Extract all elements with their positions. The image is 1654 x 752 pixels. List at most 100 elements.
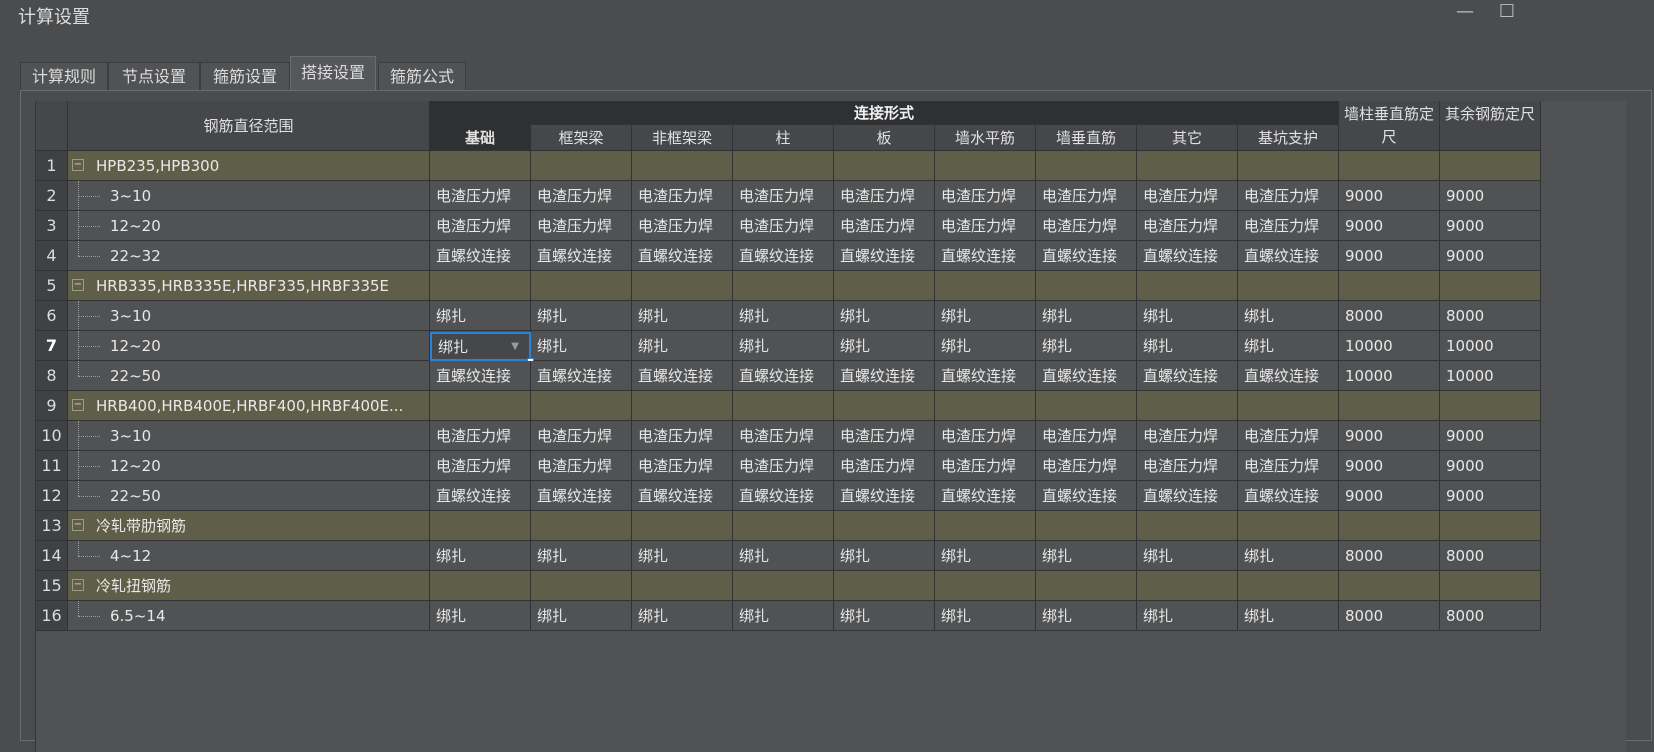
connection-cell[interactable]: 绑扎 — [632, 301, 733, 331]
connection-cell[interactable]: 绑扎 — [834, 541, 935, 571]
connection-cell[interactable]: 绑扎 — [834, 301, 935, 331]
length-cell[interactable]: 8000 — [1440, 301, 1541, 331]
connection-cell[interactable]: 电渣压力焊 — [531, 451, 632, 481]
length-cell[interactable]: 9000 — [1339, 211, 1440, 241]
length-cell[interactable]: 9000 — [1339, 421, 1440, 451]
connection-cell[interactable]: 绑扎 — [1137, 541, 1238, 571]
range-label[interactable]: 6.5~14 — [68, 601, 430, 631]
connection-cell[interactable]: 绑扎 — [1036, 601, 1137, 631]
connection-cell[interactable]: 绑扎 — [1137, 331, 1238, 361]
row-number[interactable]: 15 — [36, 571, 68, 601]
connection-cell[interactable]: 直螺纹连接 — [531, 241, 632, 271]
group-label[interactable]: − 冷轧带肋钢筋 — [68, 511, 430, 541]
connection-cell[interactable]: 直螺纹连接 — [1036, 361, 1137, 391]
row-number[interactable]: 13 — [36, 511, 68, 541]
minus-box-icon[interactable]: − — [72, 579, 84, 591]
connection-cell[interactable]: 电渣压力焊 — [1238, 451, 1339, 481]
row-number[interactable]: 5 — [36, 271, 68, 301]
connection-cell[interactable]: 电渣压力焊 — [935, 421, 1036, 451]
length-cell[interactable]: 9000 — [1440, 181, 1541, 211]
row-number[interactable]: 8 — [36, 361, 68, 391]
length-cell[interactable]: 9000 — [1440, 421, 1541, 451]
connection-cell[interactable]: 绑扎 — [733, 601, 834, 631]
connection-cell[interactable]: 绑扎 — [935, 301, 1036, 331]
connection-cell[interactable]: 电渣压力焊 — [430, 181, 531, 211]
row-number[interactable]: 7 — [36, 331, 68, 361]
connection-cell[interactable]: 电渣压力焊 — [733, 181, 834, 211]
connection-cell[interactable]: 直螺纹连接 — [1036, 241, 1137, 271]
connection-cell[interactable]: 绑扎 — [935, 331, 1036, 361]
length-cell[interactable]: 10000 — [1339, 361, 1440, 391]
length-cell[interactable]: 9000 — [1440, 481, 1541, 511]
connection-cell[interactable]: 电渣压力焊 — [632, 451, 733, 481]
dropdown-arrow-icon[interactable]: ▼ — [511, 334, 519, 360]
range-label[interactable]: 22~50 — [68, 361, 430, 391]
connection-cell[interactable]: 绑扎 — [430, 301, 531, 331]
connection-cell[interactable]: 电渣压力焊 — [531, 181, 632, 211]
connection-cell[interactable]: 绑扎 — [733, 331, 834, 361]
connection-cell[interactable]: 电渣压力焊 — [1036, 451, 1137, 481]
range-label[interactable]: 12~20 — [68, 211, 430, 241]
connection-cell[interactable]: 直螺纹连接 — [430, 481, 531, 511]
length-cell[interactable]: 9000 — [1440, 241, 1541, 271]
tab-2[interactable]: 节点设置 — [108, 62, 200, 90]
connection-cell[interactable]: 直螺纹连接 — [632, 241, 733, 271]
connection-cell[interactable]: 电渣压力焊 — [733, 421, 834, 451]
row-number[interactable]: 14 — [36, 541, 68, 571]
length-cell[interactable]: 9000 — [1339, 451, 1440, 481]
length-cell[interactable]: 9000 — [1339, 481, 1440, 511]
minus-box-icon[interactable]: − — [72, 519, 84, 531]
connection-cell[interactable]: 绑扎 — [834, 601, 935, 631]
tab-3[interactable]: 箍筋设置 — [200, 62, 290, 90]
connection-cell[interactable]: 直螺纹连接 — [733, 481, 834, 511]
connection-cell[interactable]: 直螺纹连接 — [733, 361, 834, 391]
row-number[interactable]: 3 — [36, 211, 68, 241]
connection-cell[interactable]: 直螺纹连接 — [834, 481, 935, 511]
range-label[interactable]: 22~50 — [68, 481, 430, 511]
connection-cell[interactable]: 直螺纹连接 — [834, 241, 935, 271]
connection-cell[interactable]: 直螺纹连接 — [733, 241, 834, 271]
connection-cell[interactable]: 绑扎 — [935, 601, 1036, 631]
connection-cell[interactable]: 绑扎 — [1036, 541, 1137, 571]
connection-cell[interactable]: 电渣压力焊 — [733, 211, 834, 241]
length-cell[interactable]: 9000 — [1440, 451, 1541, 481]
connection-cell[interactable]: 电渣压力焊 — [531, 421, 632, 451]
connection-cell[interactable]: 直螺纹连接 — [1137, 361, 1238, 391]
row-number[interactable]: 10 — [36, 421, 68, 451]
connection-cell[interactable]: 直螺纹连接 — [531, 481, 632, 511]
connection-cell[interactable]: 直螺纹连接 — [1238, 241, 1339, 271]
minimize-icon[interactable]: — — [1448, 0, 1482, 26]
connection-cell[interactable]: 直螺纹连接 — [430, 241, 531, 271]
length-cell[interactable]: 10000 — [1339, 331, 1440, 361]
connection-cell[interactable]: 直螺纹连接 — [1238, 481, 1339, 511]
connection-cell[interactable]: 绑扎 — [935, 541, 1036, 571]
connection-cell[interactable]: 绑扎 — [1137, 601, 1238, 631]
length-cell[interactable]: 9000 — [1339, 181, 1440, 211]
connection-cell[interactable]: 电渣压力焊 — [1036, 211, 1137, 241]
connection-cell[interactable]: 绑扎 — [531, 541, 632, 571]
connection-cell[interactable]: 电渣压力焊 — [733, 451, 834, 481]
range-label[interactable]: 4~12 — [68, 541, 430, 571]
row-number[interactable]: 2 — [36, 181, 68, 211]
connection-cell[interactable]: 电渣压力焊 — [834, 181, 935, 211]
group-label[interactable]: − HPB235,HPB300 — [68, 151, 430, 181]
connection-cell[interactable]: 电渣压力焊 — [1036, 421, 1137, 451]
connection-cell[interactable]: 电渣压力焊 — [1137, 211, 1238, 241]
connection-cell[interactable]: 电渣压力焊 — [430, 451, 531, 481]
connection-cell[interactable]: 电渣压力焊 — [1238, 421, 1339, 451]
minus-box-icon[interactable]: − — [72, 159, 84, 171]
connection-cell[interactable]: 绑扎 — [430, 601, 531, 631]
connection-cell[interactable]: 电渣压力焊 — [1137, 451, 1238, 481]
connection-cell[interactable]: 电渣压力焊 — [935, 211, 1036, 241]
row-number[interactable]: 12 — [36, 481, 68, 511]
connection-cell[interactable]: 直螺纹连接 — [1238, 361, 1339, 391]
length-cell[interactable]: 8000 — [1339, 601, 1440, 631]
connection-cell[interactable]: 电渣压力焊 — [834, 421, 935, 451]
range-label[interactable]: 12~20 — [68, 451, 430, 481]
row-number[interactable]: 1 — [36, 151, 68, 181]
maximize-icon[interactable]: ☐ — [1490, 0, 1524, 26]
connection-cell[interactable]: 直螺纹连接 — [935, 361, 1036, 391]
connection-cell[interactable]: 直螺纹连接 — [632, 481, 733, 511]
connection-cell[interactable]: 电渣压力焊 — [1036, 181, 1137, 211]
connection-dropdown-editor[interactable]: 绑扎 ▼ — [430, 332, 531, 361]
